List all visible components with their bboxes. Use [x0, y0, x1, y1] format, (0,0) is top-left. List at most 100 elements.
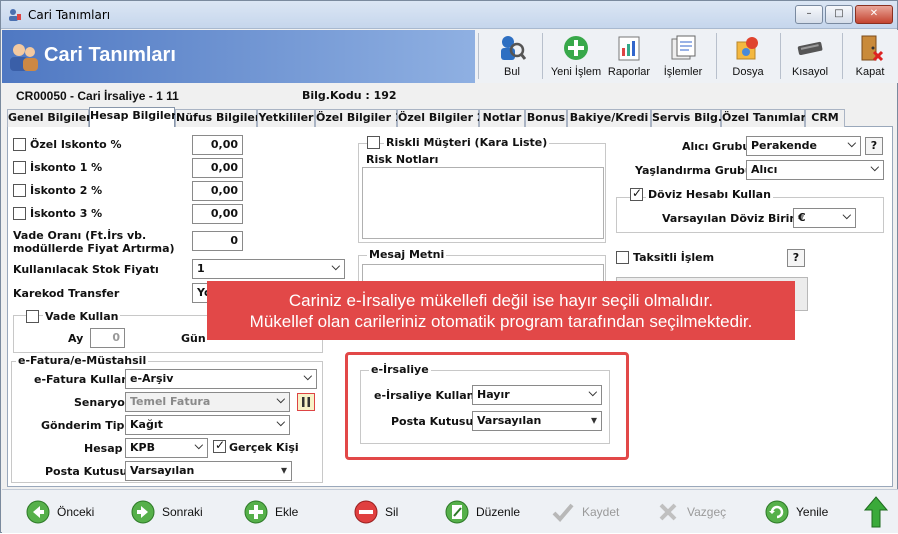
yeni-islem-button[interactable]: Yeni İşlem: [548, 30, 604, 83]
banner: Cari Tanımları: [2, 30, 475, 83]
tab-notlar[interactable]: Notlar: [479, 109, 525, 127]
yeni-islem-label: Yeni İşlem: [550, 66, 602, 78]
tab-bonus[interactable]: Bonus: [525, 109, 567, 127]
onceki-label: Önceki: [57, 505, 95, 519]
iskonto1-label: İskonto 1 %: [30, 161, 103, 174]
kapat-button[interactable]: Kapat: [848, 30, 892, 83]
hesap-select[interactable]: KPB: [125, 438, 208, 458]
bul-button[interactable]: Bul: [490, 30, 534, 83]
tab-yetkililer[interactable]: Yetkililer: [257, 109, 315, 127]
efatura-posta-kutusu-label: Posta Kutusu: [45, 465, 128, 478]
gercek-kisi-checkbox[interactable]: [213, 438, 226, 453]
efatura-kullan-label: e-Fatura Kullan: [34, 373, 130, 386]
ekle-button[interactable]: Ekle: [244, 490, 314, 534]
riskli-musteri-checkbox[interactable]: [367, 136, 380, 149]
iskonto3-input[interactable]: 0,00: [192, 204, 243, 224]
taksitli-islem-checkbox[interactable]: [616, 251, 629, 264]
efatura-kullan-select[interactable]: e-Arşiv: [125, 369, 317, 389]
ozel-iskonto-input[interactable]: 0,00: [192, 135, 243, 155]
keyboard-icon: [797, 41, 823, 56]
senaryo-select[interactable]: Temel Fatura: [125, 392, 290, 412]
hesap-label: Hesap: [84, 442, 123, 455]
vade-kullan-checkbox[interactable]: [26, 310, 39, 323]
arrow-left-icon: [26, 500, 50, 524]
stok-fiyati-select[interactable]: 1: [192, 259, 345, 279]
page-title: Cari Tanımları: [44, 44, 176, 66]
yaslandirma-grubu-select[interactable]: Alıcı: [746, 160, 884, 180]
up-arrow-icon[interactable]: [864, 496, 888, 528]
taksitli-help-button[interactable]: ?: [787, 249, 805, 267]
tab-crm[interactable]: CRM: [805, 109, 845, 127]
refresh-icon: [765, 500, 789, 524]
dosya-button[interactable]: Dosya: [726, 30, 770, 83]
bilg-kodu: Bilg.Kodu : 192: [302, 89, 397, 102]
gercek-kisi-label: Gerçek Kişi: [229, 441, 299, 454]
alici-grubu-label: Alıcı Grubu: [682, 140, 751, 153]
vade-orani-input[interactable]: 0: [192, 231, 243, 251]
sonraki-label: Sonraki: [162, 505, 203, 519]
app-icon: [9, 9, 21, 21]
plus-icon: [244, 500, 268, 524]
duzenle-button[interactable]: Düzenle: [445, 490, 525, 534]
info-bar: CR00050 - Cari İrsaliye - 1 11 Bilg.Kodu…: [2, 85, 898, 105]
vade-orani-label: Vade Oranı (Ft.İrs vb. modüllerde Fiyat …: [13, 229, 175, 255]
search-person-icon: [501, 36, 526, 60]
tab-genel-bilgiler[interactable]: Genel Bilgiler: [7, 109, 92, 127]
sil-button[interactable]: Sil: [354, 490, 414, 534]
exit-door-icon: [861, 35, 884, 62]
iskonto1-checkbox[interactable]: [13, 161, 26, 174]
info-tooltip: Cariniz e-İrsaliye mükellefi değil ise h…: [207, 281, 795, 340]
iskonto1-input[interactable]: 0,00: [192, 158, 243, 178]
tab-ozel-tanimlar[interactable]: Özel Tanımlar: [721, 109, 806, 127]
yenile-label: Yenile: [796, 505, 829, 519]
tooltip-line-1: Cariniz e-İrsaliye mükellefi değil ise h…: [288, 291, 714, 310]
sil-label: Sil: [385, 505, 399, 519]
toolbar-divider: [716, 33, 717, 79]
risk-notlari-textarea[interactable]: [362, 167, 604, 239]
toolbar-divider: [780, 33, 781, 79]
mesaj-metni-label: Mesaj Metni: [367, 248, 447, 261]
report-icon: [618, 36, 640, 61]
ay-input[interactable]: 0: [90, 328, 125, 348]
tooltip-line-2: Mükellef olan carileriniz otomatik progr…: [249, 312, 753, 331]
raporlar-label: Raporlar: [607, 66, 651, 78]
tab-ozel-bilgiler-2[interactable]: Özel Bilgiler 2: [397, 109, 485, 127]
sonraki-button[interactable]: Sonraki: [131, 490, 211, 534]
taksitli-islem-label: Taksitli İşlem: [633, 251, 715, 264]
tab-bakiye-kredi[interactable]: Bakiye/Kredi: [567, 109, 651, 127]
efatura-group-title: e-Fatura/e-Müstahsil: [16, 354, 149, 367]
dosya-label: Dosya: [732, 66, 764, 78]
kisayol-button[interactable]: Kısayol: [788, 30, 832, 83]
kaydet-label: Kaydet: [582, 505, 620, 519]
tab-servis-bilg[interactable]: Servis Bilg.: [651, 109, 722, 127]
iskonto2-checkbox[interactable]: [13, 184, 26, 197]
maximize-button[interactable]: □: [825, 5, 853, 24]
tab-ozel-bilgiler-1[interactable]: Özel Bilgiler 1: [315, 109, 403, 127]
doviz-hesabi-checkbox[interactable]: [630, 186, 643, 201]
eirsaliye-highlight-box: [345, 352, 629, 460]
kaydet-button[interactable]: Kaydet: [551, 490, 631, 534]
alici-grubu-select[interactable]: Perakende: [746, 136, 861, 156]
vade-kullan-label: Vade Kullan: [43, 310, 121, 323]
efatura-posta-kutusu-select[interactable]: Varsayılan: [125, 461, 292, 481]
vazgec-button[interactable]: Vazgeç: [656, 490, 736, 534]
ozel-iskonto-checkbox[interactable]: [13, 138, 26, 151]
iskonto3-checkbox[interactable]: [13, 207, 26, 220]
kisayol-label: Kısayol: [791, 66, 829, 78]
cari-code: CR00050 - Cari İrsaliye - 1 11: [16, 89, 179, 103]
iskonto2-input[interactable]: 0,00: [192, 181, 243, 201]
islemler-button[interactable]: İşlemler: [660, 30, 706, 83]
minimize-button[interactable]: –: [795, 5, 823, 24]
tab-nufus-bilgileri[interactable]: Nüfus Bilgileri: [175, 109, 264, 127]
senaryo-detail-icon[interactable]: [297, 393, 315, 411]
senaryo-label: Senaryo: [74, 396, 125, 409]
gonderim-tipi-select[interactable]: Kağıt: [125, 415, 290, 435]
tab-hesap-bilgileri[interactable]: Hesap Bilgileri: [89, 107, 180, 128]
yenile-button[interactable]: Yenile: [765, 490, 845, 534]
alici-grubu-help-button[interactable]: ?: [865, 137, 883, 155]
close-button[interactable]: ✕: [855, 5, 893, 24]
vazgec-label: Vazgeç: [687, 505, 727, 519]
doviz-birimi-select[interactable]: €: [793, 208, 856, 228]
raporlar-button[interactable]: Raporlar: [606, 30, 652, 83]
onceki-button[interactable]: Önceki: [26, 490, 106, 534]
